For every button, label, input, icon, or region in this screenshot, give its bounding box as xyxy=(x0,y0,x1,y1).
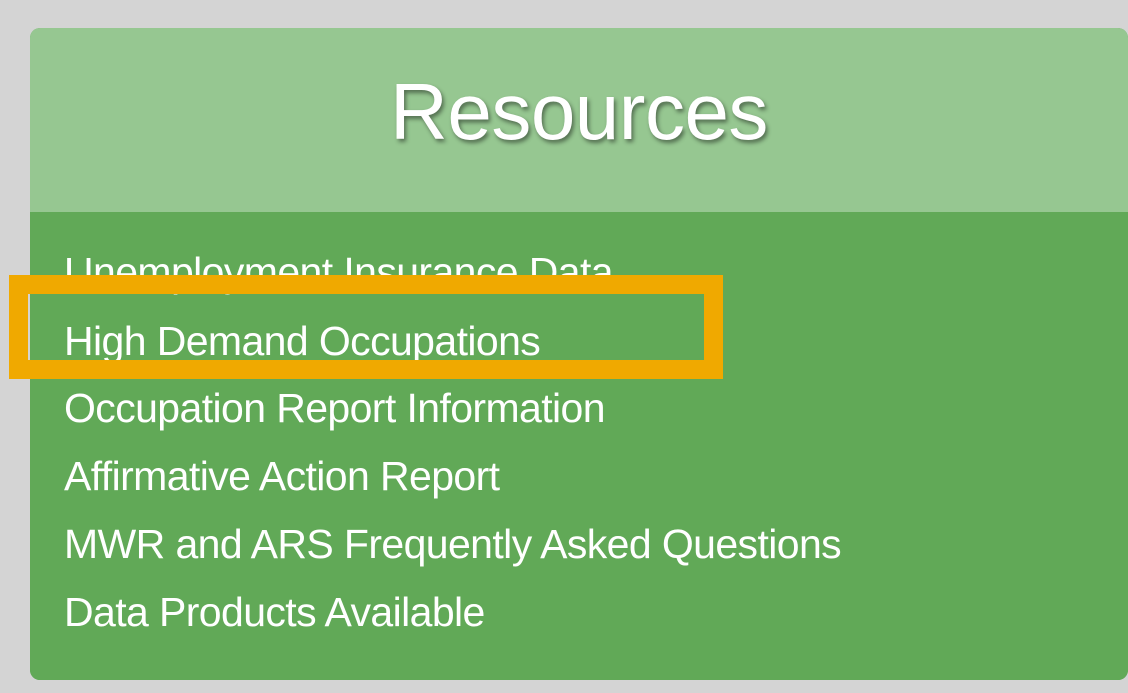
link-data-products-available[interactable]: Data Products Available xyxy=(64,592,485,633)
link-unemployment-insurance-data[interactable]: Unemployment Insurance Data xyxy=(64,252,614,293)
resources-panel: Resources Unemployment Insurance Data Hi… xyxy=(30,28,1128,680)
link-mwr-ars-faq[interactable]: MWR and ARS Frequently Asked Questions xyxy=(64,524,842,565)
resources-header: Resources xyxy=(30,28,1128,212)
link-high-demand-occupations[interactable]: High Demand Occupations xyxy=(64,321,541,362)
link-affirmative-action-report[interactable]: Affirmative Action Report xyxy=(64,456,500,497)
resources-links-container: Unemployment Insurance Data High Demand … xyxy=(30,212,1128,680)
page: Resources Unemployment Insurance Data Hi… xyxy=(0,0,1128,693)
link-occupation-report-information[interactable]: Occupation Report Information xyxy=(64,388,606,429)
resources-title: Resources xyxy=(390,67,768,156)
